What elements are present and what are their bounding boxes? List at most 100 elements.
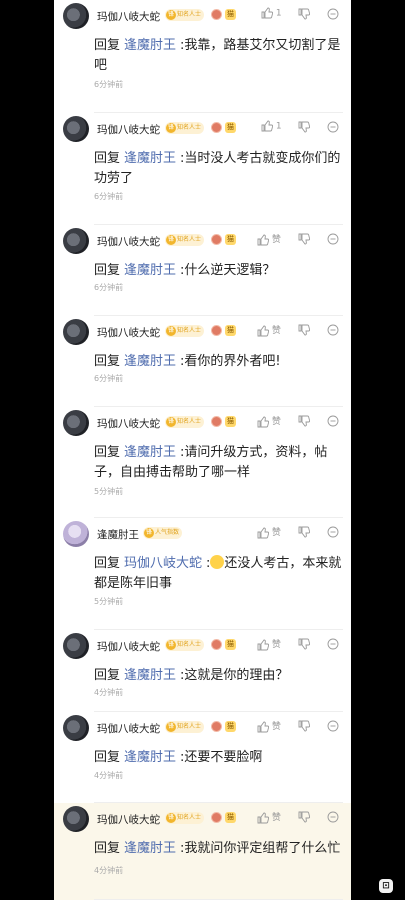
like-button[interactable]: 赞 [257,719,281,733]
mention-link[interactable]: 逢魔肘王 [124,841,176,856]
more-options-icon[interactable] [327,324,339,336]
avatar[interactable] [63,715,89,741]
thumbs-up-icon [257,234,269,246]
timestamp: 4分钟前 [94,688,124,697]
badge-label: 知名人士 [177,418,202,425]
avatar[interactable] [63,319,89,345]
username[interactable]: 玛伽八岐大蛇 [97,234,160,249]
reply-word: 回复 [94,263,121,278]
reply-word: 回复 [94,750,121,765]
avatar[interactable] [63,633,89,659]
more-options-icon[interactable] [327,720,339,732]
like-button[interactable]: 1 [261,120,282,132]
avatar[interactable] [63,3,89,29]
like-button[interactable]: 赞 [257,810,281,824]
level-icon [211,416,222,427]
avatar[interactable] [63,410,89,436]
like-button[interactable]: 赞 [257,637,281,651]
mention-link[interactable]: 玛伽八岐大蛇 [124,556,202,571]
thumbs-down-icon[interactable] [298,638,310,650]
comment-item[interactable]: 逢魔肘王 锋 人气指数 赞 回复 玛伽八岐大蛇: 还没人考古，本来就都是陈年旧事 5… [54,518,351,630]
timestamp: 5分钟前 [94,597,124,606]
reply-word: 回复 [94,354,121,369]
comment-body: 回复 逢魔肘王:我就问你评定组帮了什么忙 [94,839,344,859]
username[interactable]: 玛伽八岐大蛇 [97,416,160,431]
comment-item[interactable]: 玛伽八岐大蛇 锋 知名人士 猫 1 回复 逢魔肘王:我靠，路基艾尔又切割了是吧 6… [54,0,351,113]
level-icon [211,9,222,20]
thumbs-down-icon[interactable] [298,121,310,133]
comment-item[interactable]: 玛伽八岐大蛇 锋 知名人士 猫 赞 回复 逢魔肘王:我就问你评定组帮了什么忙 4分… [54,803,351,900]
app-mini-icon[interactable]: ⊡ [379,879,393,893]
thumbs-up-icon [261,120,273,132]
more-options-icon[interactable] [327,8,339,20]
comment-item[interactable]: 玛伽八岐大蛇 锋 知名人士 猫 赞 回复 逢魔肘王:还要不要脸啊 4分钟前 [54,712,351,803]
like-count: 赞 [271,528,281,538]
like-button[interactable]: 赞 [257,232,281,246]
mention-link[interactable]: 逢魔肘王 [124,263,176,278]
username[interactable]: 玛伽八岐大蛇 [97,122,160,137]
like-count: 1 [275,121,282,132]
comment-text: 看你的界外者吧! [184,354,281,369]
like-count: 赞 [271,722,281,732]
more-options-icon[interactable] [327,526,339,538]
comment-item[interactable]: 玛伽八岐大蛇 锋 知名人士 猫 赞 回复 逢魔肘王:什么逆天逻辑？ 6分钟前 [54,225,351,316]
badge-gem-icon: 锋 [166,123,176,133]
thumbs-down-icon[interactable] [298,526,310,538]
reply-word: 回复 [94,556,121,571]
avatar[interactable] [63,116,89,142]
badge: 锋 知名人士 [165,416,205,428]
mention-link[interactable]: 逢魔肘王 [124,354,176,369]
thumbs-down-icon[interactable] [298,324,310,336]
badge: 锋 人气指数 [143,527,183,539]
mention-link[interactable]: 逢魔肘王 [124,750,176,765]
thumbs-down-icon[interactable] [298,720,310,732]
comment-item[interactable]: 玛伽八岐大蛇 锋 知名人士 猫 赞 回复 逢魔肘王:这就是你的理由？ 4分钟前 [54,630,351,712]
avatar[interactable] [63,806,89,832]
badge: 锋 知名人士 [165,234,205,246]
comment-item[interactable]: 玛伽八岐大蛇 锋 知名人士 猫 1 回复 逢魔肘王:当时没人考古就变成你们的功劳了… [54,113,351,225]
comment-item[interactable]: 玛伽八岐大蛇 锋 知名人士 猫 赞 回复 逢魔肘王:请问升级方式，资料，帖子，自由… [54,407,351,518]
more-options-icon[interactable] [327,121,339,133]
thumbs-up-icon [257,721,269,733]
badge-gem-icon: 锋 [166,640,176,650]
mention-link[interactable]: 逢魔肘王 [124,445,176,460]
timestamp: 5分钟前 [94,487,124,496]
thumbs-down-icon[interactable] [298,415,310,427]
pet-icon: 猫 [225,234,236,245]
username[interactable]: 玛伽八岐大蛇 [97,721,160,736]
comment-item[interactable]: 玛伽八岐大蛇 锋 知名人士 猫 赞 回复 逢魔肘王:看你的界外者吧! 6分钟前 [54,316,351,407]
badge-gem-icon: 锋 [166,813,176,823]
like-count: 赞 [271,640,281,650]
more-options-icon[interactable] [327,415,339,427]
like-button[interactable]: 赞 [257,414,281,428]
reply-word: 回复 [94,38,121,53]
comment-text: 还要不要脸啊 [184,750,263,765]
thumbs-down-icon[interactable] [298,811,310,823]
badge-gem-icon: 锋 [166,10,176,20]
reply-word: 回复 [94,151,121,166]
badge: 锋 知名人士 [165,721,205,733]
avatar[interactable] [63,521,89,547]
username[interactable]: 玛伽八岐大蛇 [97,325,160,340]
username[interactable]: 玛伽八岐大蛇 [97,812,160,827]
username[interactable]: 玛伽八岐大蛇 [97,639,160,654]
like-button[interactable]: 1 [261,7,282,19]
more-options-icon[interactable] [327,638,339,650]
like-button[interactable]: 赞 [257,323,281,337]
more-options-icon[interactable] [327,233,339,245]
thumbs-down-icon[interactable] [298,233,310,245]
username[interactable]: 逢魔肘王 [97,527,139,542]
avatar[interactable] [63,228,89,254]
pet-icon: 猫 [225,812,236,823]
mention-link[interactable]: 逢魔肘王 [124,38,176,53]
mention-link[interactable]: 逢魔肘王 [124,668,176,683]
more-options-icon[interactable] [327,811,339,823]
username[interactable]: 玛伽八岐大蛇 [97,9,160,24]
thumbs-up-icon [257,527,269,539]
thumbs-down-icon[interactable] [298,8,310,20]
like-button[interactable]: 赞 [257,525,281,539]
comment-body: 回复 逢魔肘王:我靠，路基艾尔又切割了是吧 [94,36,344,76]
badge-label: 知名人士 [177,11,202,18]
level-icon [211,234,222,245]
mention-link[interactable]: 逢魔肘王 [124,151,176,166]
